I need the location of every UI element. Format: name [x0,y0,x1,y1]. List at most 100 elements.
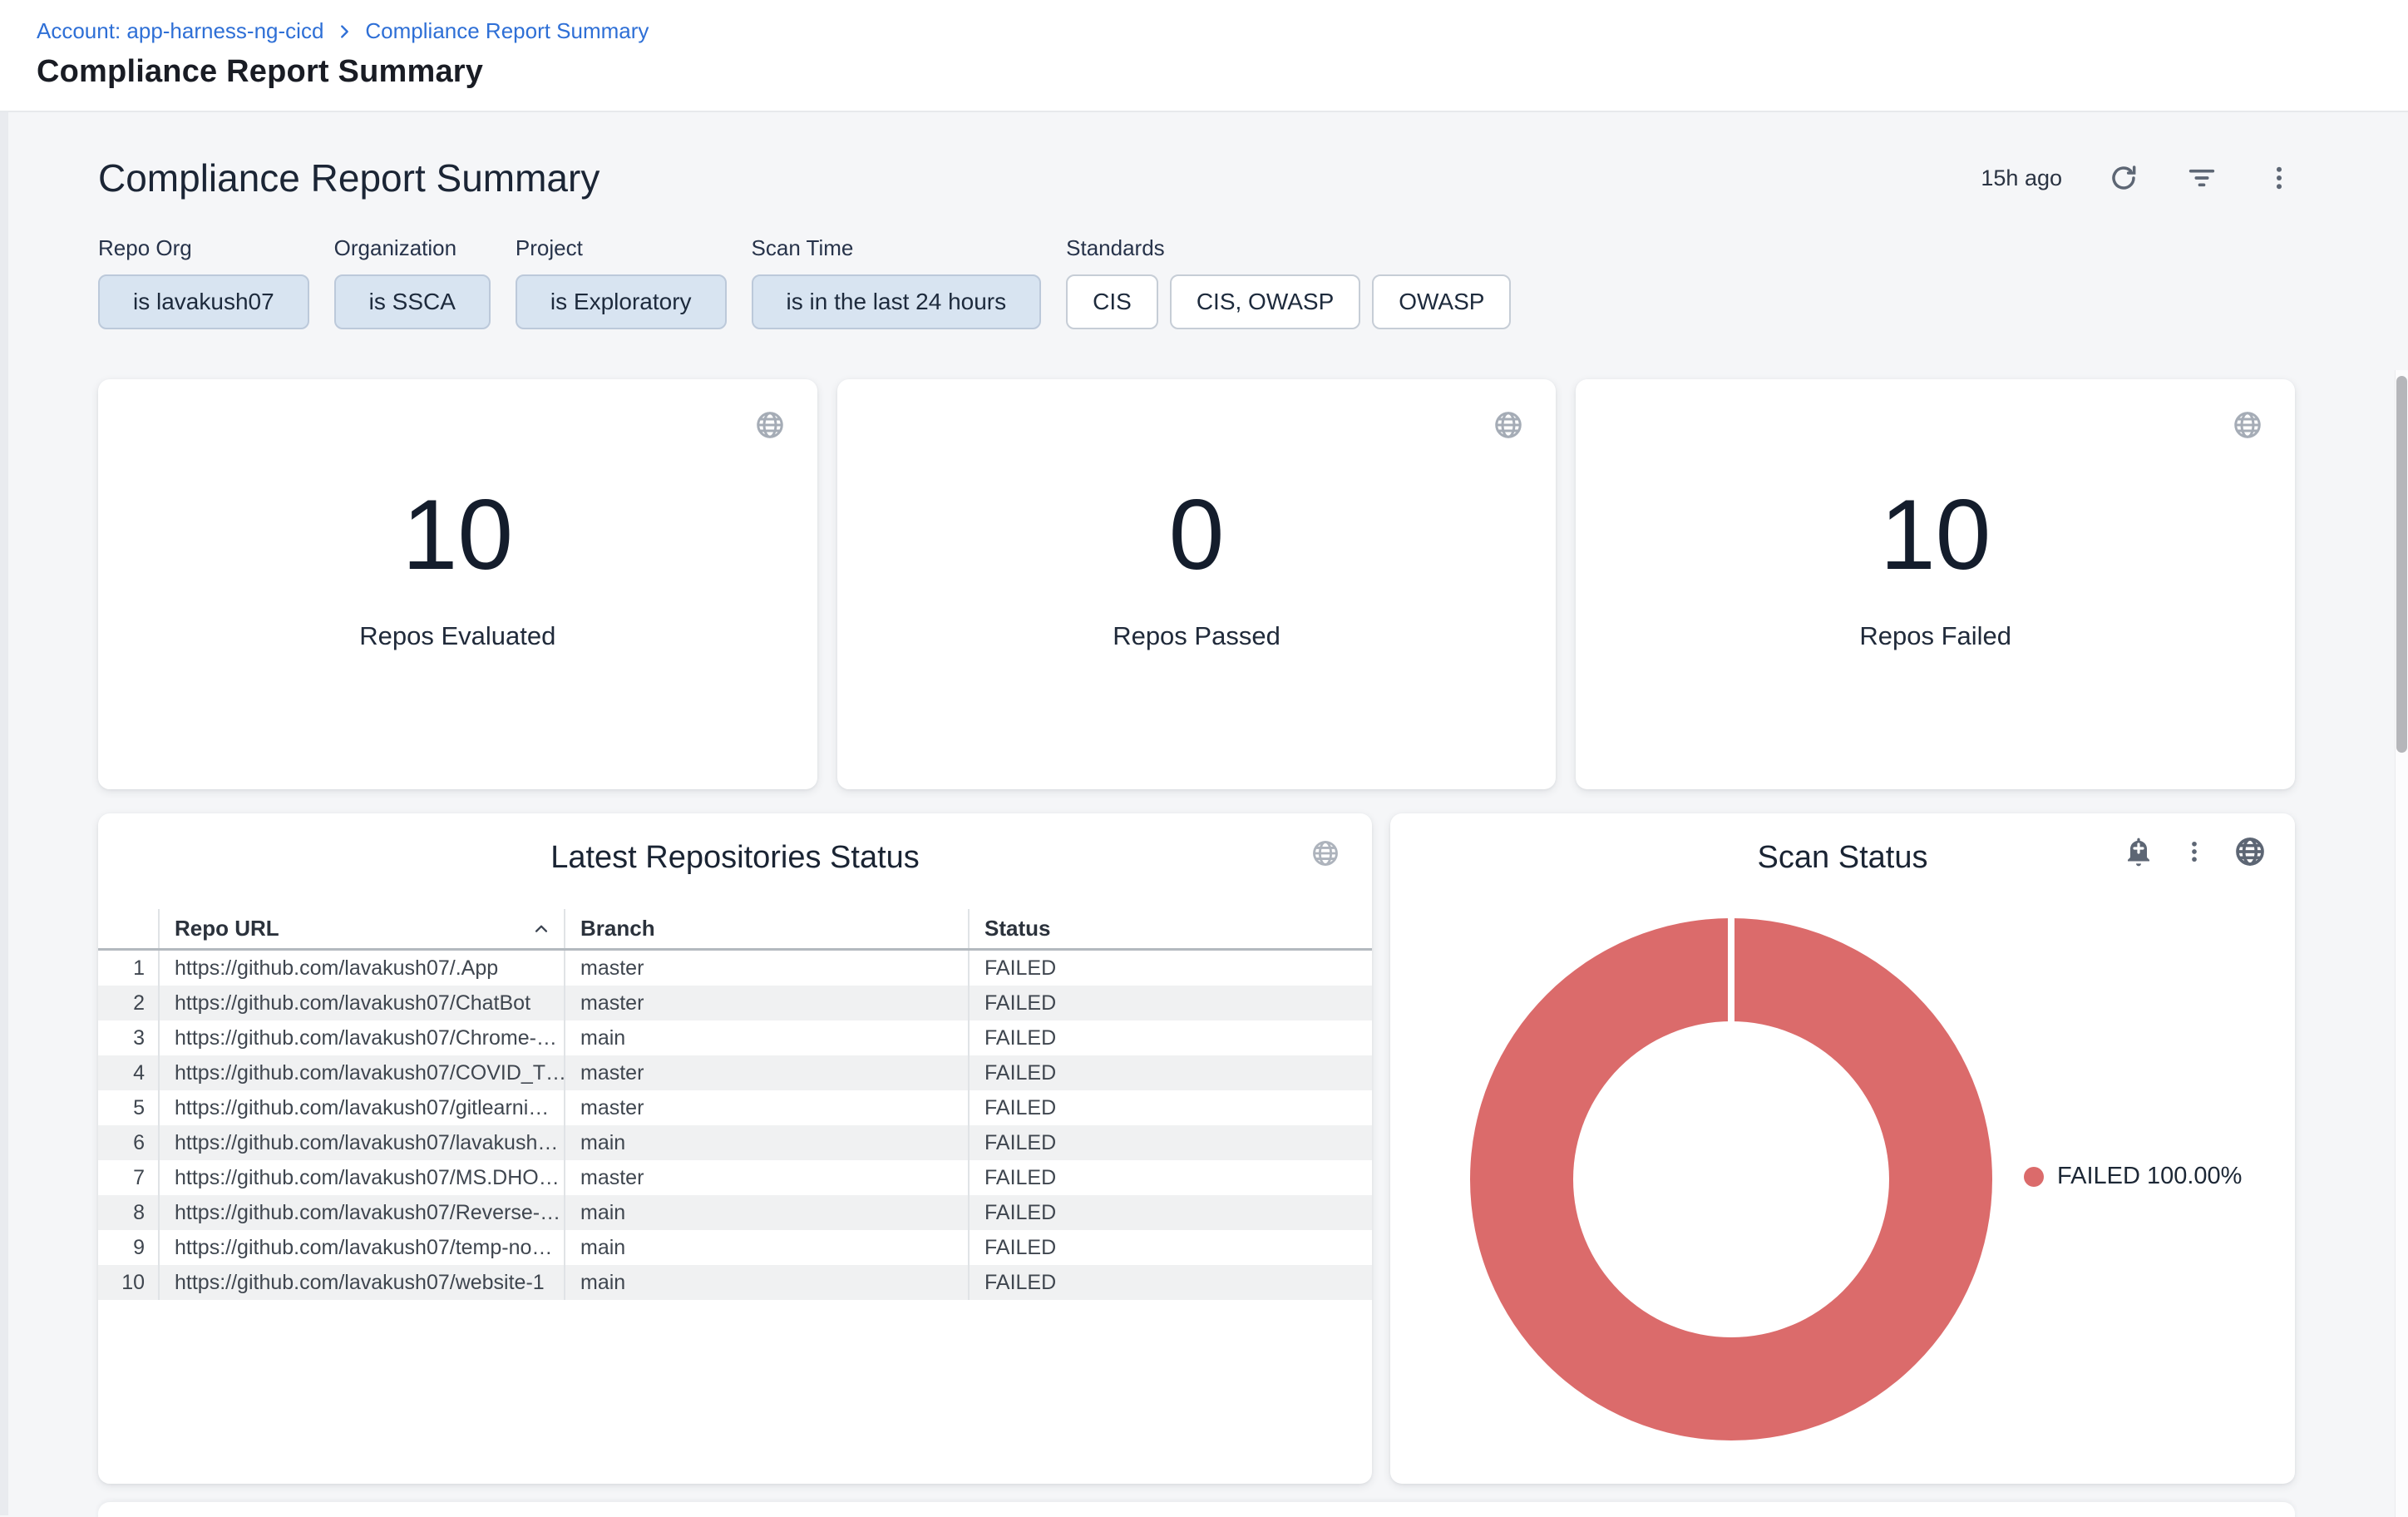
globe-icon[interactable] [754,409,786,441]
breadcrumb-chevron-icon [335,22,353,41]
cell-status: FAILED [968,1125,1372,1160]
cell-branch: master [564,1160,968,1195]
table-title: Latest Repositories Status [98,840,1372,876]
table-row: 9 https://github.com/lavakush07/temp-no…… [98,1230,1372,1265]
globe-icon[interactable] [2232,409,2263,441]
table-row: 10 https://github.com/lavakush07/website… [98,1265,1372,1300]
scan-status-donut[interactable] [1470,918,1992,1440]
cell-repo-url: https://github.com/lavakush07/gitlearni… [158,1090,564,1125]
table-body: 1 https://github.com/lavakush07/.App mas… [98,951,1372,1300]
scan-status-card: Scan Status FAILED 100.00% [1390,813,2295,1484]
next-panel-sliver [98,1502,2295,1517]
row-index: 5 [98,1090,158,1125]
stat-value: 10 [1880,485,1991,585]
cell-branch: main [564,1020,968,1055]
breadcrumb: Account: app-harness-ng-cicd Compliance … [37,18,2408,44]
table-row: 5 https://github.com/lavakush07/gitlearn… [98,1090,1372,1125]
breadcrumb-account-link[interactable]: Account: app-harness-ng-cicd [37,18,323,44]
kebab-menu-icon [2263,162,2295,194]
cell-repo-url: https://github.com/lavakush07/Reverse-… [158,1195,564,1230]
table-header-row: Repo URL Branch Status [98,909,1372,951]
tile-repos-evaluated: 10 Repos Evaluated [98,379,817,789]
left-edge-strip [0,112,8,1515]
filter-group-standards: Standards CIS CIS, OWASP OWASP [1066,235,1511,329]
filter-bar: Repo Org is lavakush07 Organization is S… [98,235,2295,329]
table-row: 4 https://github.com/lavakush07/COVID_T…… [98,1055,1372,1090]
filter-label: Project [516,235,727,261]
stat-value: 0 [1169,485,1225,585]
row-index: 3 [98,1020,158,1055]
filter-icon [2185,161,2218,195]
cell-branch: master [564,1090,968,1125]
filter-chip-scan-time[interactable]: is in the last 24 hours [752,274,1042,329]
globe-icon[interactable] [1310,838,1340,868]
table-row: 8 https://github.com/lavakush07/Reverse-… [98,1195,1372,1230]
filter-group-organization: Organization is SSCA [334,235,491,329]
legend-label: FAILED 100.00% [2057,1163,2242,1190]
stat-label: Repos Evaluated [359,621,555,651]
refresh-icon [2107,161,2140,195]
column-header-repo-url[interactable]: Repo URL [158,909,564,948]
globe-icon[interactable] [2233,835,2267,868]
cell-status: FAILED [968,986,1372,1020]
cell-repo-url: https://github.com/lavakush07/COVID_T… [158,1055,564,1090]
filter-label: Organization [334,235,491,261]
repositories-table: Repo URL Branch Status 1 https://github.… [98,909,1372,1300]
cell-repo-url: https://github.com/lavakush07/.App [158,951,564,986]
filter-group-scan-time: Scan Time is in the last 24 hours [752,235,1042,329]
row-index: 7 [98,1160,158,1195]
filter-group-repo-org: Repo Org is lavakush07 [98,235,309,329]
row-index: 9 [98,1230,158,1265]
row-index: 8 [98,1195,158,1230]
filter-group-project: Project is Exploratory [516,235,727,329]
cell-status: FAILED [968,1090,1372,1125]
cell-branch: main [564,1230,968,1265]
dashboard-header: Compliance Report Summary 15h ago [98,156,2295,200]
row-index: 10 [98,1265,158,1300]
row-index: 1 [98,951,158,986]
panel-more-options-button[interactable] [2180,838,2208,866]
filter-button[interactable] [2185,161,2218,195]
more-options-button[interactable] [2263,162,2295,194]
vertical-scrollbar-thumb[interactable] [2396,376,2407,753]
vertical-scrollbar-track[interactable] [2395,370,2408,1517]
cell-branch: master [564,986,968,1020]
stat-label: Repos Passed [1113,621,1280,651]
tile-repos-failed: 10 Repos Failed [1576,379,2295,789]
cell-status: FAILED [968,1265,1372,1300]
filter-chip-organization[interactable]: is SSCA [334,274,491,329]
sort-ascending-icon [530,918,552,940]
cell-status: FAILED [968,1230,1372,1265]
column-header-branch[interactable]: Branch [564,909,968,948]
filter-chip-repo-org[interactable]: is lavakush07 [98,274,309,329]
refresh-button[interactable] [2107,161,2140,195]
standards-option-cis[interactable]: CIS [1066,274,1158,329]
cell-branch: main [564,1195,968,1230]
stat-tiles-row: 10 Repos Evaluated 0 Repos Passed [98,379,2295,789]
cell-repo-url: https://github.com/lavakush07/MS.DHO… [158,1160,564,1195]
cell-status: FAILED [968,1160,1372,1195]
kebab-menu-icon [2180,838,2208,866]
legend-item-failed[interactable]: FAILED 100.00% [2024,1163,2242,1190]
globe-icon[interactable] [1493,409,1524,441]
latest-repositories-status-card: Latest Repositories Status Repo URL Bran… [98,813,1372,1484]
legend-color-dot [2024,1167,2044,1187]
cell-status: FAILED [968,1055,1372,1090]
page-title: Compliance Report Summary [37,54,2408,90]
dashboard-title: Compliance Report Summary [98,156,600,200]
standards-option-owasp[interactable]: OWASP [1372,274,1511,329]
breadcrumb-current-link[interactable]: Compliance Report Summary [365,18,649,44]
donut-slice-gap [1728,918,1734,1024]
cell-branch: main [564,1125,968,1160]
table-row: 2 https://github.com/lavakush07/ChatBot … [98,986,1372,1020]
cell-repo-url: https://github.com/lavakush07/website-1 [158,1265,564,1300]
row-index: 2 [98,986,158,1020]
create-alert-button[interactable] [2122,835,2155,868]
standards-option-cis-owasp[interactable]: CIS, OWASP [1170,274,1360,329]
table-row: 6 https://github.com/lavakush07/lavakush… [98,1125,1372,1160]
filter-chip-project[interactable]: is Exploratory [516,274,727,329]
column-header-status[interactable]: Status [968,909,1372,948]
cell-status: FAILED [968,1195,1372,1230]
stat-label: Repos Failed [1859,621,2011,651]
cell-status: FAILED [968,1020,1372,1055]
